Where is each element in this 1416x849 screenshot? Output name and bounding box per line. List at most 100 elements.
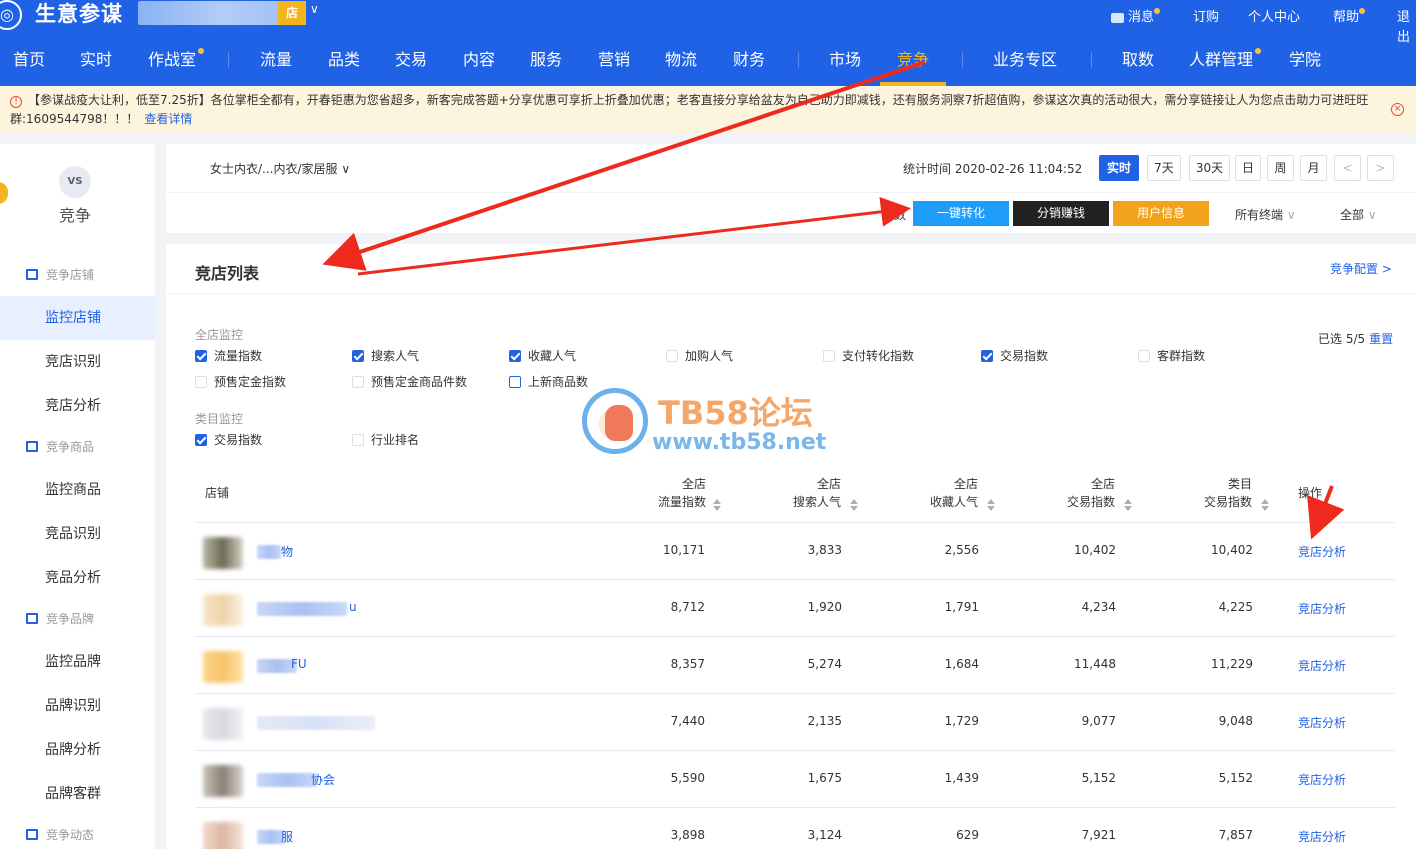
sidebar-item-product-identify[interactable]: 竞品识别 xyxy=(0,512,155,556)
time-week-button[interactable]: 周 xyxy=(1267,155,1294,181)
time-30d-button[interactable]: 30天 xyxy=(1189,155,1230,181)
shop-name-blurred[interactable] xyxy=(257,773,317,787)
sidebar-item-product-analysis[interactable]: 竞品分析 xyxy=(0,556,155,600)
time-realtime-button[interactable]: 实时 xyxy=(1099,155,1139,181)
user-center-link[interactable]: 个人中心 xyxy=(1248,8,1300,28)
nav-item-logistics[interactable]: 物流 xyxy=(665,44,697,76)
scope-dropdown[interactable]: 全部 ∨ xyxy=(1340,206,1377,223)
sort-icon[interactable] xyxy=(850,499,858,513)
selected-count: 已选 5/5 重置 xyxy=(1318,332,1394,346)
messages-link[interactable]: 消息 xyxy=(1111,8,1161,28)
chevron-down-icon[interactable]: ∨ xyxy=(310,2,319,16)
shop-analysis-link[interactable]: 竞店分析 xyxy=(1298,714,1346,731)
reset-link[interactable]: 重置 xyxy=(1369,332,1393,346)
nav-item-service[interactable]: 服务 xyxy=(530,44,562,76)
help-link[interactable]: 帮助 xyxy=(1333,8,1366,28)
time-month-button[interactable]: 月 xyxy=(1300,155,1327,181)
checkbox-search-popularity[interactable]: 搜索人气 xyxy=(352,349,419,363)
shop-avatar xyxy=(203,537,243,569)
vs-icon: VS xyxy=(59,166,91,198)
checkbox-category-trade-index[interactable]: 交易指数 xyxy=(195,433,262,447)
one-click-convert-button[interactable]: 一键转化 xyxy=(913,201,1009,226)
column-header-traffic[interactable]: 全店 流量指数 xyxy=(636,475,706,515)
checkbox-industry-rank[interactable]: 行业排名 xyxy=(352,433,419,447)
nav-item-crowd[interactable]: 人群管理 xyxy=(1189,44,1262,76)
category-selector[interactable]: 女士内衣/...内衣/家居服 ∨ xyxy=(210,160,350,177)
checkbox-new-items[interactable]: 上新商品数 xyxy=(509,375,588,389)
checkbox-conversion-index[interactable]: 支付转化指数 xyxy=(823,349,914,363)
checkbox-presale-deposit-index[interactable]: 预售定金指数 xyxy=(195,375,286,389)
sidebar-item-brand-audience[interactable]: 品牌客群 xyxy=(0,772,155,816)
logout-link[interactable]: 退出 xyxy=(1397,8,1416,48)
shop-name-blurred[interactable] xyxy=(257,602,347,616)
nav-item-realtime[interactable]: 实时 xyxy=(80,44,112,76)
notice-detail-link[interactable]: 查看详情 xyxy=(144,112,192,126)
prev-icon[interactable]: < xyxy=(1334,155,1361,181)
column-header-trade[interactable]: 全店 交易指数 xyxy=(1045,475,1115,515)
sidebar-section-dynamics[interactable]: 竞争动态 xyxy=(26,826,94,844)
nav-item-warroom[interactable]: 作战室 xyxy=(148,44,205,76)
sort-icon[interactable] xyxy=(713,499,721,513)
shop-analysis-link[interactable]: 竞店分析 xyxy=(1298,600,1346,617)
orders-link[interactable]: 订购 xyxy=(1193,8,1219,28)
nav-item-content[interactable]: 内容 xyxy=(463,44,495,76)
sidebar-item-monitor-brand[interactable]: 监控品牌 xyxy=(0,640,155,684)
sidebar-item-shop-analysis[interactable]: 竞店分析 xyxy=(0,384,155,428)
shop-name-blurred[interactable] xyxy=(257,716,375,730)
checkbox-audience-index[interactable]: 客群指数 xyxy=(1138,349,1205,363)
time-day-button[interactable]: 日 xyxy=(1235,155,1261,181)
checkbox-trade-index[interactable]: 交易指数 xyxy=(981,349,1048,363)
sidebar-item-brand-identify[interactable]: 品牌识别 xyxy=(0,684,155,728)
sidebar-toggle[interactable] xyxy=(0,182,8,204)
checkbox-cart-popularity[interactable]: 加购人气 xyxy=(666,349,733,363)
category-trade-index-value: 9,048 xyxy=(1218,714,1253,728)
column-header-search[interactable]: 全店 搜索人气 xyxy=(771,475,841,515)
promo-notice: ! 【参谋战疫大让利，低至7.25折】各位掌柜全都有，开春钜惠为您省超多，新客完成… xyxy=(0,86,1416,134)
shop-analysis-link[interactable]: 竞店分析 xyxy=(1298,543,1346,560)
close-icon[interactable]: × xyxy=(1391,103,1404,116)
config-link[interactable]: 竞争配置 > xyxy=(1330,260,1392,277)
column-header-category-trade[interactable]: 类目 交易指数 xyxy=(1182,475,1252,515)
nav-item-competition[interactable]: 竞争 xyxy=(897,44,929,76)
sort-icon[interactable] xyxy=(1261,499,1269,513)
column-header-favorite[interactable]: 全店 收藏人气 xyxy=(908,475,978,515)
sidebar-item-monitor-product[interactable]: 监控商品 xyxy=(0,468,155,512)
shop-name-blurred[interactable] xyxy=(257,545,281,559)
mail-icon xyxy=(1111,12,1124,23)
nav-item-market[interactable]: 市场 xyxy=(829,44,861,76)
nav-divider xyxy=(962,52,963,68)
shop-name-blurred[interactable]: 店 xyxy=(138,1,306,25)
user-info-button[interactable]: 用户信息 xyxy=(1113,201,1209,226)
search-popularity-value: 3,833 xyxy=(807,543,842,557)
shop-analysis-link[interactable]: 竞店分析 xyxy=(1298,828,1346,845)
nav-item-finance[interactable]: 财务 xyxy=(733,44,765,76)
trade-index-value: 10,402 xyxy=(1074,543,1116,557)
checkbox-traffic-index[interactable]: 流量指数 xyxy=(195,349,262,363)
sort-icon[interactable] xyxy=(1124,499,1132,513)
nav-item-academy[interactable]: 学院 xyxy=(1289,44,1321,76)
sidebar-item-monitor-shop[interactable]: 监控店铺 xyxy=(0,296,155,340)
sidebar-item-shop-identify[interactable]: 竞店识别 xyxy=(0,340,155,384)
shop-analysis-link[interactable]: 竞店分析 xyxy=(1298,657,1346,674)
compass-icon: ◎ xyxy=(0,0,22,30)
nav-item-category[interactable]: 品类 xyxy=(328,44,360,76)
terminal-dropdown[interactable]: 所有终端 ∨ xyxy=(1235,206,1296,223)
shop-analysis-link[interactable]: 竞店分析 xyxy=(1298,771,1346,788)
nav-item-traffic[interactable]: 流量 xyxy=(260,44,292,76)
nav-item-business-zone[interactable]: 业务专区 xyxy=(993,44,1057,76)
sidebar-item-brand-analysis[interactable]: 品牌分析 xyxy=(0,728,155,772)
next-icon[interactable]: > xyxy=(1367,155,1394,181)
sort-icon[interactable] xyxy=(987,499,995,513)
search-popularity-value: 1,920 xyxy=(807,600,842,614)
checkbox-favorite-popularity[interactable]: 收藏人气 xyxy=(509,349,576,363)
shop-badge: 店 xyxy=(278,1,306,25)
nav-item-data-fetch[interactable]: 取数 xyxy=(1122,44,1154,76)
time-7d-button[interactable]: 7天 xyxy=(1147,155,1181,181)
distribution-button[interactable]: 分销赚钱 xyxy=(1013,201,1109,226)
checkbox-presale-items[interactable]: 预售定金商品件数 xyxy=(352,375,467,389)
nav-item-home[interactable]: 首页 xyxy=(13,44,45,76)
building-icon xyxy=(26,829,38,840)
nav-item-trade[interactable]: 交易 xyxy=(395,44,427,76)
nav-item-marketing[interactable]: 营销 xyxy=(598,44,630,76)
favorite-popularity-value: 2,556 xyxy=(944,543,979,557)
